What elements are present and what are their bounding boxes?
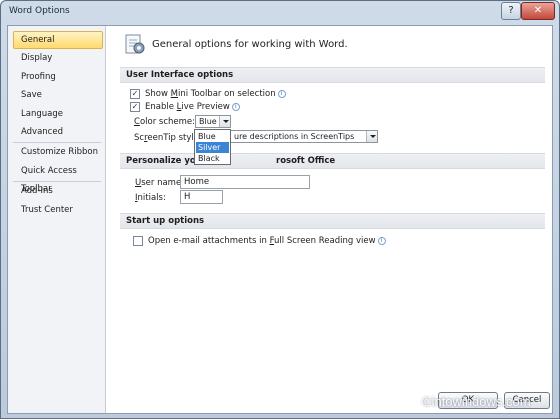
sidebar-item-customize-ribbon[interactable]: Customize Ribbon (13, 143, 103, 161)
chevron-down-icon[interactable] (366, 131, 377, 142)
screentip-style-value: ure descriptions in ScreenTips (234, 132, 355, 141)
dialog-client-area: General Display Proofing Save Language A… (7, 25, 553, 414)
email-attachments-label: Open e-mail attachments in Full Screen R… (148, 235, 386, 248)
sidebar-item-advanced[interactable]: Advanced (13, 123, 103, 141)
page-title: General options for working with Word. (152, 39, 348, 50)
title-bar[interactable]: Word Options ? ✕ (1, 1, 559, 25)
color-scheme-select[interactable]: Blue (195, 115, 231, 128)
color-scheme-dropdown-list: Blue Silver Black (194, 129, 231, 165)
sidebar-item-add-ins[interactable]: Add-Ins (13, 182, 103, 200)
mini-toolbar-label: Show Mini Toolbar on selection i (145, 88, 286, 101)
close-button[interactable]: ✕ (521, 2, 555, 20)
section-header-startup: Start up options (120, 213, 545, 229)
color-scheme-value: Blue (199, 117, 217, 126)
live-preview-label: Enable Live Preview i (145, 101, 240, 114)
info-icon: i (277, 90, 286, 98)
sidebar-item-proofing[interactable]: Proofing (13, 68, 103, 86)
sidebar-item-language[interactable]: Language (13, 105, 103, 123)
section-header-personalize: Personalize your co rosoft Office (120, 153, 545, 169)
sidebar-item-display[interactable]: Display (13, 49, 103, 67)
window-title: Word Options (9, 6, 70, 16)
color-scheme-option-black[interactable]: Black (196, 153, 229, 164)
sidebar-item-general[interactable]: General (13, 31, 103, 49)
help-button[interactable]: ? (501, 2, 521, 20)
watermark: ©intowindows.com (422, 394, 531, 409)
sidebar-item-save[interactable]: Save (13, 86, 103, 104)
chevron-down-icon[interactable] (219, 116, 230, 127)
email-attachments-checkbox[interactable] (133, 236, 143, 246)
color-scheme-option-silver[interactable]: Silver (196, 142, 229, 153)
info-icon: i (377, 237, 386, 245)
sidebar-item-trust-center[interactable]: Trust Center (13, 201, 103, 219)
info-icon: i (231, 103, 240, 111)
general-options-panel: General options for working with Word. U… (112, 26, 552, 413)
word-options-window: Word Options ? ✕ General Display Proofin… (0, 0, 560, 419)
initials-input[interactable]: H (180, 190, 223, 204)
color-scheme-option-blue[interactable]: Blue (196, 131, 229, 142)
mini-toolbar-checkbox[interactable]: ✓ (130, 89, 140, 99)
section-header-ui-options: User Interface options (120, 67, 545, 83)
sidebar: General Display Proofing Save Language A… (8, 26, 106, 413)
user-name-input[interactable]: Home (180, 175, 310, 189)
sidebar-item-quick-access-toolbar[interactable]: Quick Access Toolbar (13, 162, 103, 194)
options-settings-icon (124, 32, 146, 56)
live-preview-checkbox[interactable]: ✓ (130, 102, 140, 112)
